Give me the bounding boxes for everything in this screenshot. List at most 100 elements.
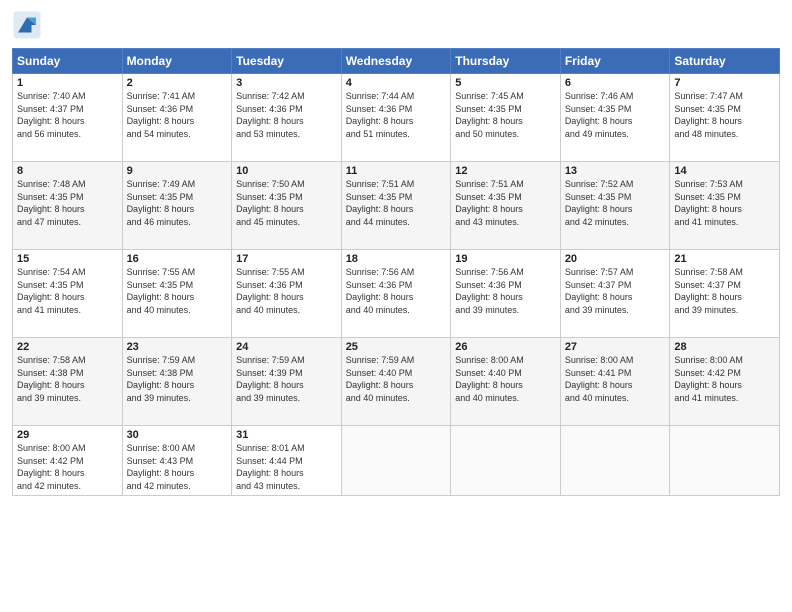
day-info: Sunrise: 7:45 AM Sunset: 4:35 PM Dayligh…	[455, 90, 556, 140]
calendar-cell: 12 Sunrise: 7:51 AM Sunset: 4:35 PM Dayl…	[451, 162, 561, 250]
calendar-cell: 2 Sunrise: 7:41 AM Sunset: 4:36 PM Dayli…	[122, 74, 232, 162]
day-info: Sunrise: 8:00 AM Sunset: 4:41 PM Dayligh…	[565, 354, 666, 404]
day-number: 2	[127, 77, 228, 89]
day-number: 3	[236, 77, 337, 89]
day-number: 25	[346, 341, 447, 353]
day-number: 31	[236, 429, 337, 441]
day-info: Sunrise: 7:42 AM Sunset: 4:36 PM Dayligh…	[236, 90, 337, 140]
calendar-cell: 11 Sunrise: 7:51 AM Sunset: 4:35 PM Dayl…	[341, 162, 451, 250]
calendar-cell	[451, 426, 561, 496]
calendar-cell: 18 Sunrise: 7:56 AM Sunset: 4:36 PM Dayl…	[341, 250, 451, 338]
day-number: 1	[17, 77, 118, 89]
calendar-cell: 25 Sunrise: 7:59 AM Sunset: 4:40 PM Dayl…	[341, 338, 451, 426]
weekday-header: Sunday	[13, 49, 123, 74]
calendar-week-row: 29 Sunrise: 8:00 AM Sunset: 4:42 PM Dayl…	[13, 426, 780, 496]
calendar-cell: 15 Sunrise: 7:54 AM Sunset: 4:35 PM Dayl…	[13, 250, 123, 338]
day-info: Sunrise: 7:56 AM Sunset: 4:36 PM Dayligh…	[455, 266, 556, 316]
day-number: 29	[17, 429, 118, 441]
calendar-cell: 5 Sunrise: 7:45 AM Sunset: 4:35 PM Dayli…	[451, 74, 561, 162]
calendar-cell: 19 Sunrise: 7:56 AM Sunset: 4:36 PM Dayl…	[451, 250, 561, 338]
calendar-cell: 7 Sunrise: 7:47 AM Sunset: 4:35 PM Dayli…	[670, 74, 780, 162]
day-number: 21	[674, 253, 775, 265]
weekday-header: Thursday	[451, 49, 561, 74]
calendar-cell: 29 Sunrise: 8:00 AM Sunset: 4:42 PM Dayl…	[13, 426, 123, 496]
day-number: 12	[455, 165, 556, 177]
calendar-cell: 1 Sunrise: 7:40 AM Sunset: 4:37 PM Dayli…	[13, 74, 123, 162]
day-number: 14	[674, 165, 775, 177]
day-number: 24	[236, 341, 337, 353]
day-number: 15	[17, 253, 118, 265]
day-number: 20	[565, 253, 666, 265]
day-info: Sunrise: 8:00 AM Sunset: 4:40 PM Dayligh…	[455, 354, 556, 404]
day-info: Sunrise: 7:55 AM Sunset: 4:36 PM Dayligh…	[236, 266, 337, 316]
calendar-cell: 8 Sunrise: 7:48 AM Sunset: 4:35 PM Dayli…	[13, 162, 123, 250]
day-info: Sunrise: 7:57 AM Sunset: 4:37 PM Dayligh…	[565, 266, 666, 316]
calendar-cell: 22 Sunrise: 7:58 AM Sunset: 4:38 PM Dayl…	[13, 338, 123, 426]
day-info: Sunrise: 7:51 AM Sunset: 4:35 PM Dayligh…	[455, 178, 556, 228]
day-info: Sunrise: 8:00 AM Sunset: 4:42 PM Dayligh…	[674, 354, 775, 404]
weekday-header-row: SundayMondayTuesdayWednesdayThursdayFrid…	[13, 49, 780, 74]
calendar-cell: 26 Sunrise: 8:00 AM Sunset: 4:40 PM Dayl…	[451, 338, 561, 426]
calendar-cell: 14 Sunrise: 7:53 AM Sunset: 4:35 PM Dayl…	[670, 162, 780, 250]
logo	[12, 10, 44, 40]
day-info: Sunrise: 7:59 AM Sunset: 4:38 PM Dayligh…	[127, 354, 228, 404]
day-number: 19	[455, 253, 556, 265]
calendar-cell: 17 Sunrise: 7:55 AM Sunset: 4:36 PM Dayl…	[232, 250, 342, 338]
day-number: 5	[455, 77, 556, 89]
calendar-cell: 20 Sunrise: 7:57 AM Sunset: 4:37 PM Dayl…	[560, 250, 670, 338]
day-number: 7	[674, 77, 775, 89]
calendar-cell	[341, 426, 451, 496]
day-info: Sunrise: 7:48 AM Sunset: 4:35 PM Dayligh…	[17, 178, 118, 228]
calendar-cell	[560, 426, 670, 496]
day-info: Sunrise: 7:40 AM Sunset: 4:37 PM Dayligh…	[17, 90, 118, 140]
calendar-week-row: 8 Sunrise: 7:48 AM Sunset: 4:35 PM Dayli…	[13, 162, 780, 250]
calendar-week-row: 22 Sunrise: 7:58 AM Sunset: 4:38 PM Dayl…	[13, 338, 780, 426]
day-info: Sunrise: 8:00 AM Sunset: 4:42 PM Dayligh…	[17, 442, 118, 492]
calendar-table: SundayMondayTuesdayWednesdayThursdayFrid…	[12, 48, 780, 496]
day-number: 6	[565, 77, 666, 89]
calendar-cell: 10 Sunrise: 7:50 AM Sunset: 4:35 PM Dayl…	[232, 162, 342, 250]
weekday-header: Friday	[560, 49, 670, 74]
day-number: 4	[346, 77, 447, 89]
day-info: Sunrise: 7:46 AM Sunset: 4:35 PM Dayligh…	[565, 90, 666, 140]
day-info: Sunrise: 7:58 AM Sunset: 4:38 PM Dayligh…	[17, 354, 118, 404]
day-info: Sunrise: 7:59 AM Sunset: 4:40 PM Dayligh…	[346, 354, 447, 404]
day-number: 8	[17, 165, 118, 177]
day-info: Sunrise: 7:41 AM Sunset: 4:36 PM Dayligh…	[127, 90, 228, 140]
day-number: 9	[127, 165, 228, 177]
calendar-week-row: 15 Sunrise: 7:54 AM Sunset: 4:35 PM Dayl…	[13, 250, 780, 338]
weekday-header: Saturday	[670, 49, 780, 74]
calendar-week-row: 1 Sunrise: 7:40 AM Sunset: 4:37 PM Dayli…	[13, 74, 780, 162]
day-info: Sunrise: 7:47 AM Sunset: 4:35 PM Dayligh…	[674, 90, 775, 140]
calendar-cell: 27 Sunrise: 8:00 AM Sunset: 4:41 PM Dayl…	[560, 338, 670, 426]
day-number: 16	[127, 253, 228, 265]
calendar-cell: 4 Sunrise: 7:44 AM Sunset: 4:36 PM Dayli…	[341, 74, 451, 162]
calendar-cell: 31 Sunrise: 8:01 AM Sunset: 4:44 PM Dayl…	[232, 426, 342, 496]
logo-icon	[12, 10, 42, 40]
weekday-header: Monday	[122, 49, 232, 74]
day-info: Sunrise: 8:00 AM Sunset: 4:43 PM Dayligh…	[127, 442, 228, 492]
day-info: Sunrise: 7:49 AM Sunset: 4:35 PM Dayligh…	[127, 178, 228, 228]
day-number: 26	[455, 341, 556, 353]
calendar-cell: 6 Sunrise: 7:46 AM Sunset: 4:35 PM Dayli…	[560, 74, 670, 162]
day-number: 27	[565, 341, 666, 353]
page-container: SundayMondayTuesdayWednesdayThursdayFrid…	[0, 0, 792, 612]
day-info: Sunrise: 7:52 AM Sunset: 4:35 PM Dayligh…	[565, 178, 666, 228]
calendar-cell: 3 Sunrise: 7:42 AM Sunset: 4:36 PM Dayli…	[232, 74, 342, 162]
weekday-header: Tuesday	[232, 49, 342, 74]
day-info: Sunrise: 7:53 AM Sunset: 4:35 PM Dayligh…	[674, 178, 775, 228]
day-info: Sunrise: 8:01 AM Sunset: 4:44 PM Dayligh…	[236, 442, 337, 492]
day-number: 22	[17, 341, 118, 353]
day-info: Sunrise: 7:50 AM Sunset: 4:35 PM Dayligh…	[236, 178, 337, 228]
calendar-cell: 21 Sunrise: 7:58 AM Sunset: 4:37 PM Dayl…	[670, 250, 780, 338]
day-info: Sunrise: 7:56 AM Sunset: 4:36 PM Dayligh…	[346, 266, 447, 316]
calendar-cell: 23 Sunrise: 7:59 AM Sunset: 4:38 PM Dayl…	[122, 338, 232, 426]
day-number: 18	[346, 253, 447, 265]
day-number: 13	[565, 165, 666, 177]
day-number: 30	[127, 429, 228, 441]
day-info: Sunrise: 7:51 AM Sunset: 4:35 PM Dayligh…	[346, 178, 447, 228]
day-number: 10	[236, 165, 337, 177]
day-info: Sunrise: 7:44 AM Sunset: 4:36 PM Dayligh…	[346, 90, 447, 140]
calendar-cell: 30 Sunrise: 8:00 AM Sunset: 4:43 PM Dayl…	[122, 426, 232, 496]
day-number: 11	[346, 165, 447, 177]
